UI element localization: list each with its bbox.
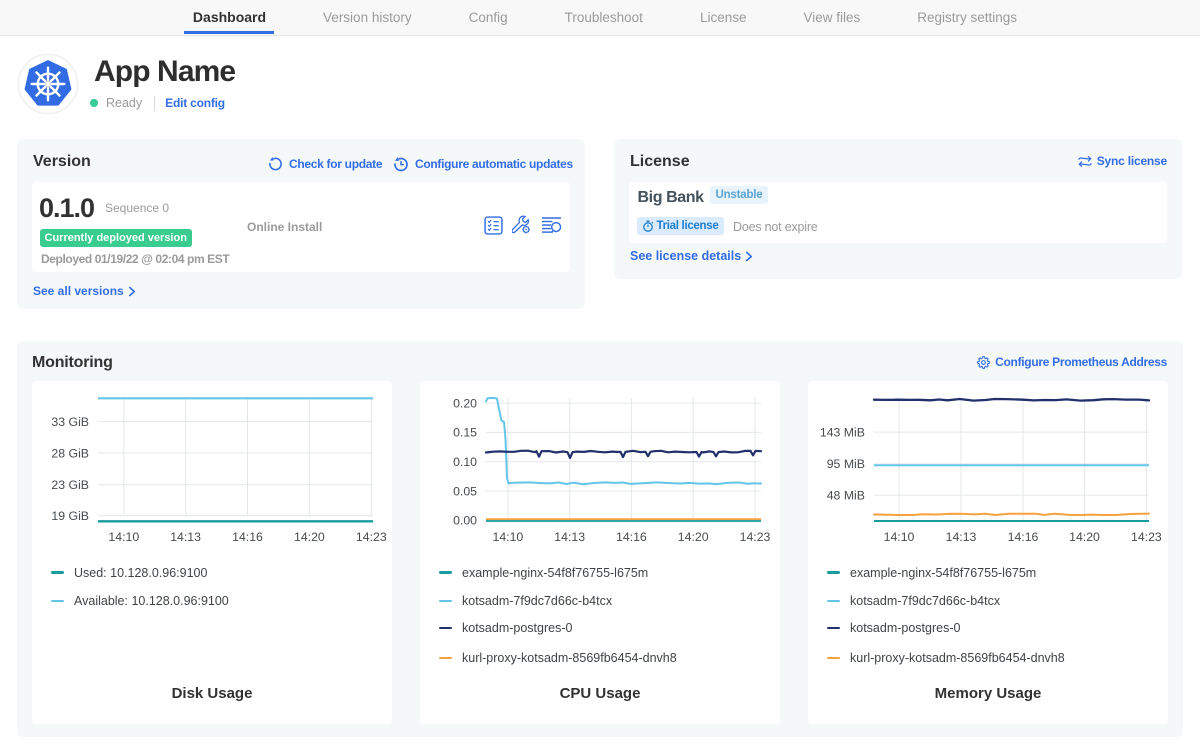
svg-text:14:13: 14:13	[946, 530, 977, 544]
svg-text:14:16: 14:16	[1008, 530, 1039, 544]
svg-text:95 MiB: 95 MiB	[827, 457, 865, 471]
svg-text:14:10: 14:10	[884, 530, 915, 544]
svg-text:143 MiB: 143 MiB	[820, 425, 865, 439]
svg-text:28 GiB: 28 GiB	[51, 446, 89, 460]
svg-text:14:13: 14:13	[554, 530, 585, 544]
svg-text:14:10: 14:10	[493, 530, 524, 544]
svg-text:0.15: 0.15	[453, 426, 477, 440]
svg-text:0.05: 0.05	[453, 484, 477, 498]
svg-text:23 GiB: 23 GiB	[51, 478, 89, 492]
svg-text:14:20: 14:20	[678, 530, 709, 544]
svg-text:14:10: 14:10	[108, 530, 139, 544]
svg-text:14:16: 14:16	[616, 530, 647, 544]
svg-text:19 GiB: 19 GiB	[51, 509, 89, 523]
svg-text:14:16: 14:16	[232, 530, 263, 544]
svg-text:48 MiB: 48 MiB	[827, 488, 865, 502]
svg-text:0.10: 0.10	[453, 455, 477, 469]
svg-text:33 GiB: 33 GiB	[51, 415, 89, 429]
svg-text:14:20: 14:20	[1069, 530, 1100, 544]
svg-text:14:13: 14:13	[170, 530, 201, 544]
svg-text:14:23: 14:23	[356, 530, 387, 544]
svg-text:14:23: 14:23	[1131, 530, 1162, 544]
svg-text:0.20: 0.20	[453, 396, 477, 410]
svg-text:14:20: 14:20	[294, 530, 325, 544]
svg-text:14:23: 14:23	[740, 530, 771, 544]
svg-text:0.00: 0.00	[453, 514, 477, 528]
